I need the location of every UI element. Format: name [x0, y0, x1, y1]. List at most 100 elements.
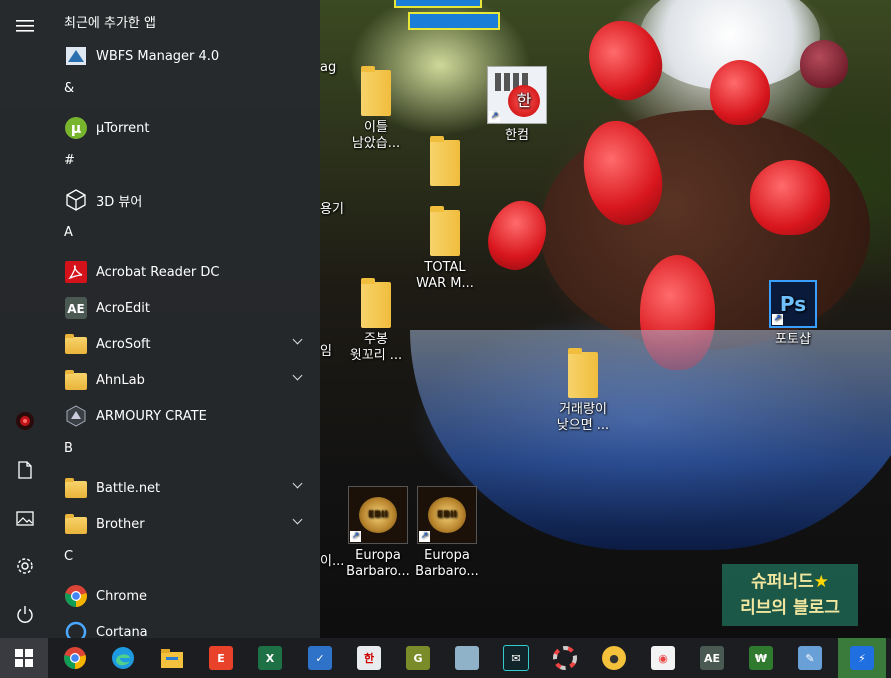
chevron-down-icon[interactable] [292, 334, 303, 345]
taskbar-app-brush[interactable]: ✎ [786, 638, 834, 678]
desktop-icon-label: 한컴 [505, 128, 529, 143]
taskbar-app-tile[interactable] [443, 638, 491, 678]
app-utorrent[interactable]: µ µTorrent [50, 110, 315, 146]
folder-icon [64, 476, 88, 500]
app-blue-icon: ⚡ [850, 646, 874, 670]
star-icon: ★ [813, 572, 829, 592]
folder-icon [64, 332, 88, 356]
armoury-icon[interactable] [0, 401, 50, 441]
power-icon[interactable] [0, 594, 50, 634]
app-label: ARMOURY CRATE [96, 408, 207, 424]
folder-icon [430, 136, 460, 186]
desktop-europa-2[interactable]: EBII ↗ Europa Barbaro... [412, 486, 482, 580]
app-acroedit[interactable]: AE AcroEdit [50, 290, 315, 326]
taskbar-app-money[interactable]: ₩ [737, 638, 785, 678]
wallpaper-strawberry [750, 160, 830, 235]
desktop-photoshop[interactable]: Ps ↗ 포토샵 [758, 280, 828, 348]
armoury-crate-icon [64, 404, 88, 428]
group-header[interactable]: # [50, 146, 315, 182]
taskbar-app-colorwheel[interactable] [541, 638, 589, 678]
wallpaper-strawberry [710, 60, 770, 125]
settings-icon[interactable] [0, 546, 50, 586]
desktop-hancom[interactable]: 한 ↗ 한컴 [482, 66, 552, 144]
desktop-icon-label: Europa Barbaro... [415, 548, 479, 579]
folder-icon [64, 368, 88, 392]
app-folder-brother[interactable]: Brother [50, 506, 315, 542]
partial-label: 임 [320, 344, 332, 359]
chevron-down-icon[interactable] [292, 478, 303, 489]
group-header[interactable]: A [50, 218, 315, 254]
desktop-folder-total-war[interactable]: TOTAL WAR M... [410, 206, 480, 292]
hamburger-icon[interactable] [0, 6, 50, 46]
app-label: AcroEdit [96, 300, 150, 316]
palette-icon: ● [602, 646, 626, 670]
desktop-icon-label: TOTAL WAR M... [416, 260, 474, 291]
desktop-folder[interactable]: 이틀 남았습... [341, 66, 411, 152]
wallpaper-cherry [800, 40, 848, 88]
folder-icon [430, 206, 460, 256]
brush-icon: ✎ [798, 646, 822, 670]
hancom-icon: 한 ↗ [487, 66, 547, 124]
windows-icon [15, 649, 33, 667]
app-red-icon: E [209, 646, 233, 670]
desktop-folder-jubong[interactable]: 주봉 윗꼬리 ... [341, 278, 411, 364]
folder-icon [64, 512, 88, 536]
group-header[interactable]: B [50, 434, 315, 470]
app-label: 3D 뷰어 [96, 194, 143, 210]
app-wbfs-manager[interactable]: WBFS Manager 4.0 [50, 38, 315, 74]
taskbar-app-green[interactable]: G [394, 638, 442, 678]
acroedit-icon: AE [64, 296, 88, 320]
wallpaper-bowl [410, 330, 891, 550]
colorwheel-icon [553, 646, 577, 670]
desktop-europa-1[interactable]: EBII ↗ Europa Barbaro... [343, 486, 413, 580]
app-armoury-crate[interactable]: ARMOURY CRATE [50, 398, 315, 434]
taskbar-app-red[interactable]: E [197, 638, 245, 678]
app-label: Brother [96, 516, 145, 532]
desktop-icon-label: 포토샵 [775, 332, 811, 347]
pictures-icon[interactable] [0, 498, 50, 538]
taskbar-app-camera[interactable]: ◉ [639, 638, 687, 678]
desktop-folder-volume[interactable]: 거래량이 낮으면 ... [548, 348, 618, 434]
taskbar-edge[interactable] [99, 638, 147, 678]
desktop-icon-label: 이틀 남았습... [351, 120, 401, 151]
taskbar-chrome[interactable] [51, 638, 99, 678]
app-acrobat-reader[interactable]: Acrobat Reader DC [50, 254, 315, 290]
desktop-folder[interactable] [410, 136, 480, 190]
app-3d-viewer[interactable]: 3D 뷰어 [50, 182, 315, 218]
taskbar-checklist[interactable]: ✓ [296, 638, 344, 678]
document-icon[interactable] [0, 450, 50, 490]
app-folder-battlenet[interactable]: Battle.net [50, 470, 315, 506]
app-label: AcroSoft [96, 336, 151, 352]
app-label: µTorrent [96, 120, 150, 136]
taskbar-file-explorer[interactable] [148, 638, 196, 678]
taskbar: E X ✓ 한 G ✉ ● ◉ AE ₩ ✎ ⚡ [0, 638, 891, 678]
app-folder-ahnlab[interactable]: AhnLab [50, 362, 315, 398]
taskbar-app-blue[interactable]: ⚡ [838, 638, 886, 678]
section-header-recent: 최근에 추가한 앱 [64, 16, 156, 31]
app-label: Chrome [96, 588, 147, 604]
group-header[interactable]: & [50, 74, 315, 110]
taskbar-excel[interactable]: X [246, 638, 294, 678]
svg-text:µ: µ [71, 121, 81, 137]
taskbar-app-palette[interactable]: ● [590, 638, 638, 678]
taskbar-app-dark[interactable]: ✉ [492, 638, 540, 678]
app-folder-acrosoft[interactable]: AcroSoft [50, 326, 315, 362]
watermark-line1: 슈퍼너드 [751, 572, 814, 592]
start-button[interactable] [0, 638, 48, 678]
partial-label: 용기 [320, 202, 344, 217]
chevron-down-icon[interactable] [292, 370, 303, 381]
chevron-down-icon[interactable] [292, 514, 303, 525]
app-list[interactable]: 최근에 추가한 앱 WBFS Manager 4.0 & µ µTorrent … [50, 10, 315, 650]
chrome-icon [64, 584, 88, 608]
taskbar-hancom[interactable]: 한 [345, 638, 393, 678]
partial-label: ag [320, 60, 337, 75]
money-icon: ₩ [749, 646, 773, 670]
start-rail [0, 0, 50, 638]
blog-watermark: 슈퍼너드★ 리브의 블로그 [722, 564, 858, 626]
app-chrome[interactable]: Chrome [50, 578, 315, 614]
folder-icon [568, 348, 598, 398]
desktop-icon-label: 거래량이 낮으면 ... [556, 402, 610, 433]
group-header[interactable]: C [50, 542, 315, 578]
utorrent-icon: µ [64, 116, 88, 140]
taskbar-acroedit[interactable]: AE [688, 638, 736, 678]
